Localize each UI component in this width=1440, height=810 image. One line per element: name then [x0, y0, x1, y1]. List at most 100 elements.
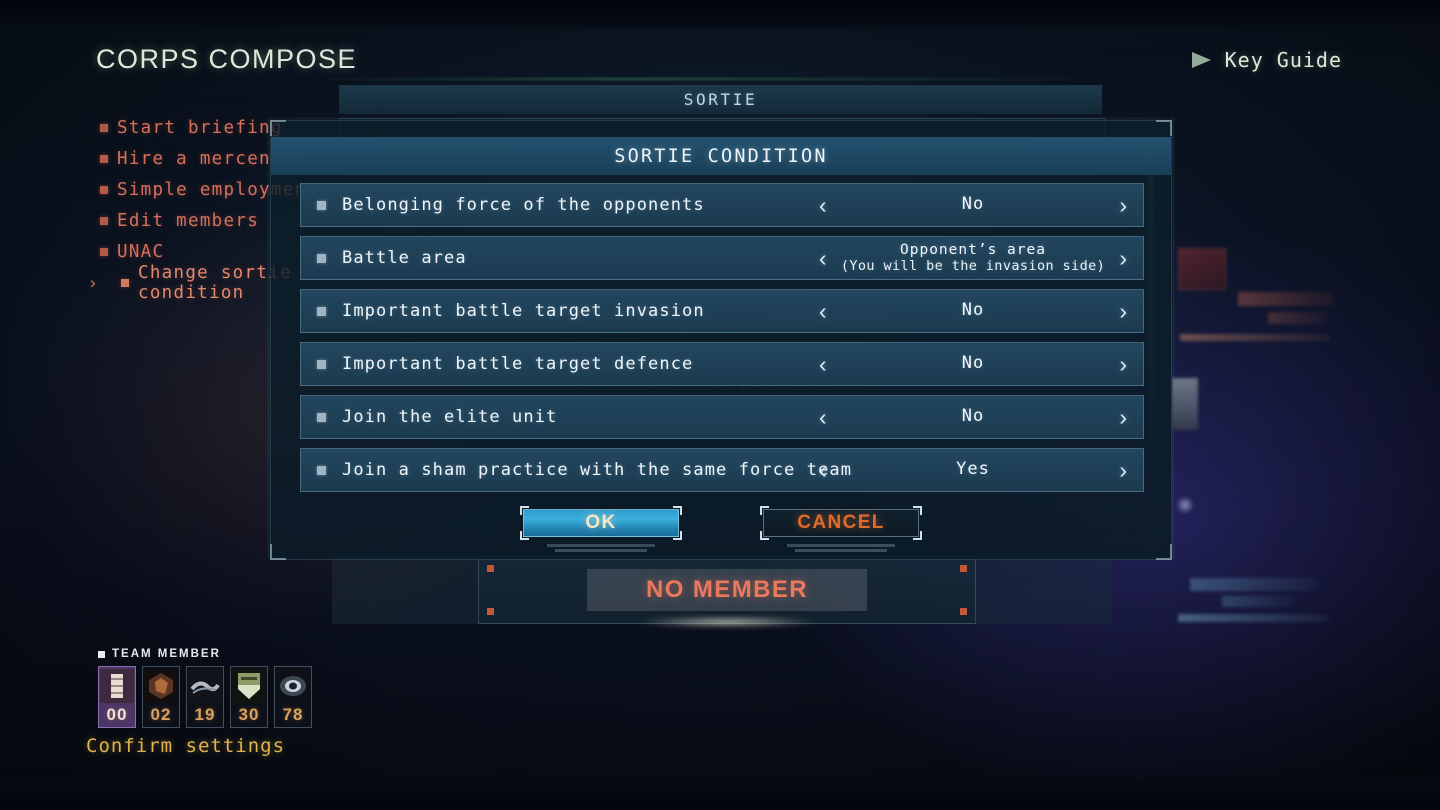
bullet-icon — [100, 154, 108, 163]
value-stepper: ‹ No › — [813, 396, 1133, 438]
bullet-icon — [100, 123, 108, 132]
no-member-label: NO MEMBER — [646, 576, 808, 603]
hint-line — [795, 549, 887, 552]
chevron-left-icon[interactable]: ‹ — [813, 405, 833, 429]
bullet-icon — [100, 185, 108, 194]
sortie-header-bar: SORTIE — [339, 85, 1102, 114]
condition-row-list: Belonging force of the opponents ‹ No › … — [300, 183, 1144, 501]
corner-bracket-icon — [760, 531, 769, 540]
chevron-right-icon[interactable]: › — [1113, 405, 1133, 429]
dialog-title-bar: SORTIE CONDITION — [271, 137, 1171, 175]
condition-row-value: No — [961, 353, 985, 374]
condition-row-battle-area[interactable]: Battle area ‹ Opponent’s area (You will … — [300, 236, 1144, 280]
emblem-hexagon-icon — [143, 668, 179, 704]
condition-row-value-main: Opponent’s area — [900, 242, 1046, 259]
cancel-button-hint — [763, 544, 919, 552]
team-member-section: TEAM MEMBER 00 02 19 30 78 — [98, 648, 312, 728]
page-title: CORPS COMPOSE — [96, 44, 358, 74]
chevron-right-icon[interactable]: › — [1113, 193, 1133, 217]
key-guide-label: Key Guide — [1224, 48, 1342, 72]
condition-row-join-the-elite-unit[interactable]: Join the elite unit ‹ No › — [300, 395, 1144, 439]
team-member-slot-list: 00 02 19 30 78 — [98, 666, 312, 728]
corner-bracket-icon — [673, 531, 682, 540]
team-member-slot[interactable]: 02 — [142, 666, 180, 728]
value-stepper: ‹ Opponent’s area (You will be the invas… — [813, 237, 1133, 279]
condition-row-join-a-sham-practice[interactable]: Join a sham practice with the same force… — [300, 448, 1144, 492]
team-member-slot[interactable]: 78 — [274, 666, 312, 728]
emblem-shield-icon — [231, 668, 267, 704]
value-stepper: ‹ No › — [813, 184, 1133, 226]
condition-row-important-battle-target-invasion[interactable]: Important battle target invasion ‹ No › — [300, 289, 1144, 333]
condition-row-value: No — [961, 406, 985, 427]
chevron-right-icon[interactable]: › — [1113, 352, 1133, 376]
bullet-icon — [100, 247, 108, 256]
team-member-number: 78 — [282, 705, 304, 724]
sortie-header-label: SORTIE — [683, 90, 758, 109]
corner-marker-icon — [960, 565, 967, 572]
team-member-number: 19 — [194, 705, 216, 724]
chevron-right-icon[interactable]: › — [1113, 458, 1133, 482]
background-top-strip — [0, 0, 1440, 28]
emblem-scroll-icon — [99, 668, 135, 704]
dialog-title: SORTIE CONDITION — [614, 145, 828, 167]
ok-button[interactable]: OK — [520, 506, 682, 540]
condition-row-label: Join the elite unit — [342, 407, 558, 427]
bullet-icon — [317, 359, 326, 369]
sidebar-item-label: Start briefing — [117, 117, 283, 138]
chevron-left-icon[interactable]: ‹ — [813, 246, 833, 270]
team-member-number: 30 — [238, 705, 260, 724]
play-triangle-icon — [1191, 52, 1211, 68]
team-member-slot[interactable]: 00 — [98, 666, 136, 728]
team-member-slot[interactable]: 19 — [186, 666, 224, 728]
corner-bracket-icon — [1156, 120, 1172, 136]
bullet-icon — [121, 278, 129, 287]
condition-row-label: Important battle target invasion — [342, 301, 705, 321]
corner-marker-icon — [960, 608, 967, 615]
team-member-slot[interactable]: 30 — [230, 666, 268, 728]
condition-row-value-sub: (You will be the invasion side) — [840, 257, 1106, 274]
condition-row-label: Join a sham practice with the same force… — [342, 460, 853, 480]
condition-row-important-battle-target-defence[interactable]: Important battle target defence ‹ No › — [300, 342, 1144, 386]
bullet-icon — [100, 216, 108, 225]
ok-button-hint — [523, 544, 679, 552]
background-bottom-strip — [0, 778, 1440, 810]
team-member-header: TEAM MEMBER — [98, 648, 312, 660]
value-stepper: ‹ No › — [813, 290, 1133, 332]
bullet-icon — [317, 465, 326, 475]
chevron-left-icon[interactable]: ‹ — [813, 193, 833, 217]
condition-row-value: Opponent’s area (You will be the invasio… — [833, 242, 1114, 273]
sidebar-item-label: UNAC — [117, 241, 165, 262]
chevron-left-icon[interactable]: ‹ — [813, 352, 833, 376]
chevron-right-icon[interactable]: › — [1113, 299, 1133, 323]
cancel-button-label: CANCEL — [797, 512, 885, 533]
condition-row-value: Yes — [956, 459, 990, 480]
emblem-wave-icon — [187, 668, 223, 704]
selection-chevron-icon: › — [90, 272, 97, 292]
bullet-icon — [317, 306, 326, 316]
status-badge: NO MEMBER — [587, 569, 867, 611]
hint-line — [787, 544, 895, 547]
dialog-button-row: OK CANCEL — [271, 506, 1171, 552]
team-member-number: 02 — [150, 705, 172, 724]
corner-bracket-icon — [270, 120, 286, 136]
corner-bracket-icon — [913, 531, 922, 540]
ok-button-label: OK — [585, 512, 617, 533]
bullet-icon — [98, 650, 105, 658]
condition-row-value: No — [961, 194, 985, 215]
emblem-eye-icon — [275, 668, 311, 704]
chevron-left-icon[interactable]: ‹ — [813, 458, 833, 482]
panel-glow — [637, 617, 817, 627]
corner-bracket-icon — [913, 506, 922, 515]
key-guide-button[interactable]: Key Guide — [1191, 48, 1342, 72]
no-member-panel: NO MEMBER — [478, 556, 976, 627]
sidebar-item-label: Edit members — [117, 210, 260, 231]
corner-marker-icon — [487, 565, 494, 572]
value-stepper: ‹ Yes › — [813, 449, 1133, 491]
condition-row-belonging-force[interactable]: Belonging force of the opponents ‹ No › — [300, 183, 1144, 227]
condition-row-label: Battle area — [342, 248, 467, 268]
corner-bracket-icon — [673, 506, 682, 515]
chevron-right-icon[interactable]: › — [1113, 246, 1133, 270]
cancel-button[interactable]: CANCEL — [760, 506, 922, 540]
condition-row-value: No — [961, 300, 985, 321]
chevron-left-icon[interactable]: ‹ — [813, 299, 833, 323]
